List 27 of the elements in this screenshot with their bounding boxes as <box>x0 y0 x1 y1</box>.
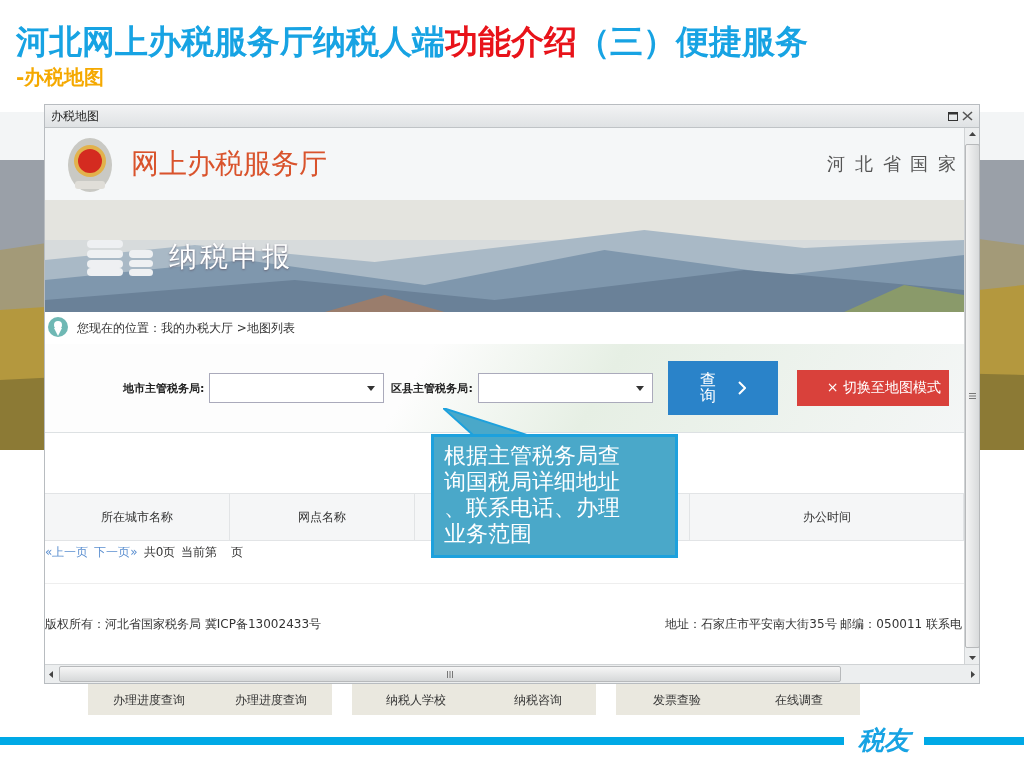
column-header: 网点名称 <box>230 494 415 540</box>
scroll-down-icon[interactable] <box>968 656 976 660</box>
scroll-right-icon[interactable] <box>971 670 975 678</box>
service-link[interactable]: 在线调查 <box>775 692 823 709</box>
window-title: 办税地图 <box>51 107 100 125</box>
slide-title: 河北网上办税服务厅纳税人端功能介绍（三）便捷服务 <box>16 22 808 62</box>
scroll-up-icon[interactable] <box>968 132 976 136</box>
prev-page-link[interactable]: «上一页 <box>45 543 89 561</box>
grip-icon[interactable] <box>447 670 453 678</box>
copyright-text: 版权所有：河北省国家税务局 冀ICP备13002433号 <box>45 615 322 633</box>
service-link[interactable]: 纳税人学校 <box>386 692 446 709</box>
address-text: 地址：石家庄市平安南大街35号 邮编：050011 联系电 <box>665 615 962 633</box>
horizontal-scrollbar[interactable] <box>45 664 979 683</box>
page-current-label: 当前第 <box>181 543 218 561</box>
maximize-icon[interactable] <box>948 111 958 121</box>
service-link[interactable]: 发票查验 <box>653 692 701 709</box>
slide-subtitle: -办税地图 <box>16 64 105 91</box>
service-link[interactable]: 办理进度查询 <box>235 692 307 709</box>
close-icon[interactable] <box>962 111 973 121</box>
callout-text: 根据主管税务局查询国税局详细地址、联系电话、办理业务范围 <box>444 443 620 547</box>
column-header: 所在城市名称 <box>45 494 230 540</box>
service-link[interactable]: 纳税咨询 <box>514 692 562 709</box>
page-current-label: 页 <box>231 543 244 561</box>
service-link[interactable]: 办理进度查询 <box>113 692 185 709</box>
scroll-left-icon[interactable] <box>49 670 53 678</box>
page-total: 共0页 <box>143 543 176 561</box>
next-page-link[interactable]: 下一页» <box>94 543 138 561</box>
